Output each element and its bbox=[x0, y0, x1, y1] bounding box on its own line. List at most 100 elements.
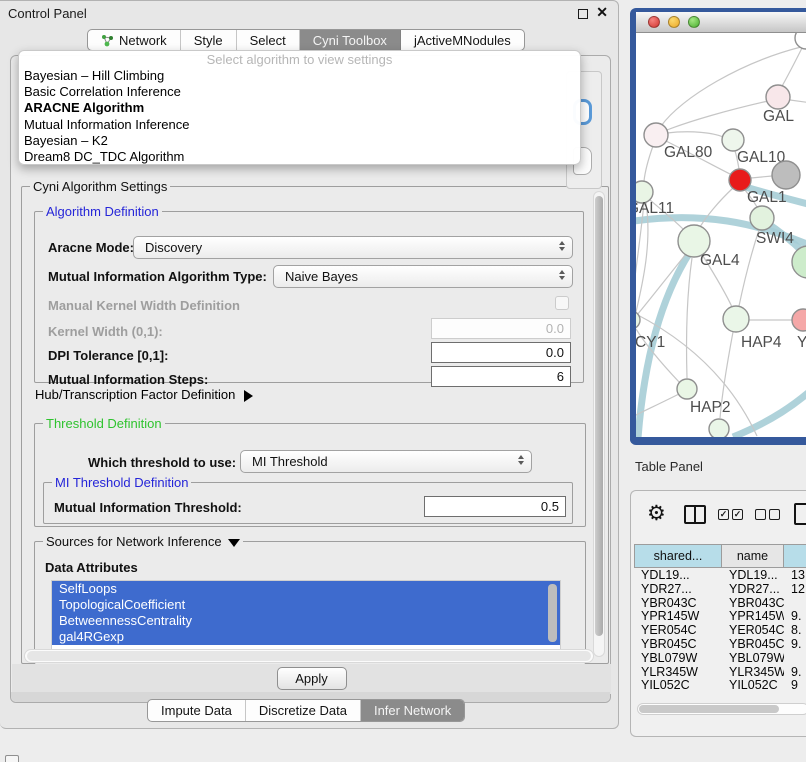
network-edge[interactable] bbox=[667, 132, 723, 137]
tab-label: Select bbox=[250, 33, 286, 48]
network-edge[interactable] bbox=[644, 146, 653, 181]
network-edge[interactable] bbox=[687, 258, 692, 378]
unchecked-checkbox-icon[interactable] bbox=[769, 509, 780, 520]
table-cell: YDL19... bbox=[634, 568, 722, 582]
network-edge[interactable] bbox=[790, 100, 806, 103]
node-label-gal4: GAL4 bbox=[700, 252, 740, 269]
attribute-item-gal4rgexp[interactable]: gal4RGexp bbox=[52, 629, 560, 645]
table-header: shared...name bbox=[634, 544, 806, 568]
tab-style[interactable]: Style bbox=[181, 30, 237, 50]
table-cell: 12 bbox=[784, 582, 806, 596]
network-node-gal[interactable] bbox=[766, 85, 790, 109]
data-attributes-list[interactable]: SelfLoopsTopologicalCoefficientBetweenne… bbox=[51, 580, 561, 653]
table-row[interactable]: YBR045CYBR045C9. bbox=[634, 637, 806, 651]
dpi-tolerance-field[interactable]: 0.0 bbox=[431, 342, 571, 363]
network-node-gcy1[interactable] bbox=[636, 311, 640, 329]
sources-legend[interactable]: Sources for Network Inference bbox=[43, 534, 243, 549]
mi-type-select[interactable]: Naive Bayes bbox=[273, 265, 573, 288]
network-node-gal1[interactable] bbox=[729, 169, 751, 191]
network-window-titlebar bbox=[636, 12, 806, 33]
data-attributes-label: Data Attributes bbox=[45, 560, 138, 575]
node-label-gal: GAL bbox=[763, 108, 794, 125]
attribute-item-topologicalcoefficient[interactable]: TopologicalCoefficient bbox=[52, 597, 560, 613]
checked-checkbox-icon[interactable]: ✓ bbox=[718, 509, 729, 520]
network-edge[interactable] bbox=[751, 176, 772, 178]
horizontal-scrollbar[interactable] bbox=[24, 649, 594, 663]
close-traffic-light-icon[interactable] bbox=[648, 16, 660, 28]
gear-icon[interactable]: ⚙ bbox=[647, 501, 666, 526]
tab-discretize-data[interactable]: Discretize Data bbox=[246, 700, 361, 721]
table-horizontal-scrollbar[interactable] bbox=[637, 703, 806, 715]
tab-select[interactable]: Select bbox=[237, 30, 300, 50]
checked-checkbox-icon[interactable]: ✓ bbox=[732, 509, 743, 520]
column-header-shared-[interactable]: shared... bbox=[634, 544, 722, 568]
manual-kernel-checkbox[interactable] bbox=[555, 296, 569, 310]
aracne-mode-select[interactable]: Discovery bbox=[133, 236, 573, 259]
table-cell: 9. bbox=[784, 665, 806, 679]
tab-network[interactable]: Network bbox=[88, 30, 181, 50]
close-icon[interactable]: ✕ bbox=[596, 4, 608, 21]
table-row[interactable]: YBL079WYBL079W bbox=[634, 651, 806, 665]
cyni-settings-legend: Cyni Algorithm Settings bbox=[30, 179, 170, 194]
network-node[interactable] bbox=[792, 246, 806, 278]
unchecked-checkbox-icon[interactable] bbox=[755, 509, 766, 520]
network-edge[interactable] bbox=[667, 101, 768, 130]
float-window-icon[interactable] bbox=[578, 9, 588, 19]
network-node[interactable] bbox=[709, 419, 729, 437]
tab-cyni-toolbox[interactable]: Cyni Toolbox bbox=[300, 30, 401, 50]
attribute-item-selfloops[interactable]: SelfLoops bbox=[52, 581, 560, 597]
minimize-traffic-light-icon[interactable] bbox=[668, 16, 680, 28]
attribute-item-betweennesscentrality[interactable]: BetweennessCentrality bbox=[52, 613, 560, 629]
table-cell: YER054C bbox=[634, 623, 722, 637]
network-node-y[interactable] bbox=[792, 309, 806, 331]
mi-steps-field[interactable]: 6 bbox=[431, 366, 571, 387]
columns-icon[interactable] bbox=[684, 505, 706, 524]
network-canvas[interactable]: GALGAL80GAL10GAL1GAL11SWI4GAL4GCY1HAP4YH… bbox=[636, 33, 806, 437]
table-toolbar: ⚙ ✓ ✓ bbox=[631, 499, 806, 535]
which-threshold-value: MI Threshold bbox=[252, 454, 328, 469]
network-node[interactable] bbox=[795, 33, 806, 49]
aracne-mode-label: Aracne Mode: bbox=[48, 240, 134, 255]
attributes-scrollbar[interactable] bbox=[548, 584, 557, 642]
network-node-swi4[interactable] bbox=[750, 206, 774, 230]
sources-group: Sources for Network Inference Data Attri… bbox=[34, 541, 586, 665]
mi-threshold-field[interactable]: 0.5 bbox=[424, 496, 566, 517]
tab-infer-network[interactable]: Infer Network bbox=[361, 700, 464, 721]
table-row[interactable]: YER054CYER054C8. bbox=[634, 623, 806, 637]
network-node-hap4[interactable] bbox=[723, 306, 749, 332]
table-row[interactable]: YDR27...YDR27...12 bbox=[634, 582, 806, 596]
kernel-width-field[interactable]: 0.0 bbox=[431, 318, 571, 339]
algorithm-option-bayesian-hill-climbing[interactable]: Bayesian – Hill Climbing bbox=[19, 68, 580, 84]
algorithm-option-basic-correlation-inference[interactable]: Basic Correlation Inference bbox=[19, 84, 580, 100]
column-header-name[interactable]: name bbox=[722, 544, 784, 568]
node-label-hap4: HAP4 bbox=[741, 334, 782, 351]
algorithm-option-mutual-information-inference[interactable]: Mutual Information Inference bbox=[19, 117, 580, 133]
which-threshold-select[interactable]: MI Threshold bbox=[240, 450, 532, 473]
column-header-2[interactable] bbox=[784, 544, 806, 568]
table-row[interactable]: YBR043CYBR043C bbox=[634, 596, 806, 610]
table-cell bbox=[784, 596, 806, 610]
network-node-hap2[interactable] bbox=[677, 379, 697, 399]
algorithm-option-bayesian-k2[interactable]: Bayesian – K2 bbox=[19, 133, 580, 149]
node-label-gal11: GAL11 bbox=[636, 200, 674, 217]
tab-jactivemnodules[interactable]: jActiveMNodules bbox=[401, 30, 524, 50]
table-cell: 9. bbox=[784, 637, 806, 651]
document-icon[interactable] bbox=[794, 503, 806, 525]
tab-impute-data[interactable]: Impute Data bbox=[148, 700, 246, 721]
table-cell: 8. bbox=[784, 623, 806, 637]
vertical-scrollbar[interactable] bbox=[593, 191, 605, 657]
table-row[interactable]: YPR145WYPR145W9. bbox=[634, 609, 806, 623]
table-row[interactable]: YLR345WYLR345W9. bbox=[634, 665, 806, 679]
restore-panel-icon[interactable] bbox=[5, 755, 19, 762]
network-node-gal10[interactable] bbox=[722, 129, 744, 151]
apply-button[interactable]: Apply bbox=[277, 667, 347, 690]
hub-definition-expander[interactable]: Hub/Transcription Factor Definition bbox=[35, 387, 253, 402]
algorithm-option-dream8-dc-tdc-algorithm[interactable]: Dream8 DC_TDC Algorithm bbox=[19, 149, 580, 165]
table-row[interactable]: YIL052CYIL052C9 bbox=[634, 678, 806, 692]
algorithm-option-aracne-algorithm[interactable]: ARACNE Algorithm bbox=[19, 100, 580, 116]
network-node[interactable] bbox=[772, 161, 800, 189]
table-row[interactable]: YDL19...YDL19...13 bbox=[634, 568, 806, 582]
zoom-traffic-light-icon[interactable] bbox=[688, 16, 700, 28]
node-label-gal80: GAL80 bbox=[664, 144, 713, 161]
control-panel-window: Control Panel ✕ NetworkStyleSelectCyni T… bbox=[0, 0, 619, 729]
